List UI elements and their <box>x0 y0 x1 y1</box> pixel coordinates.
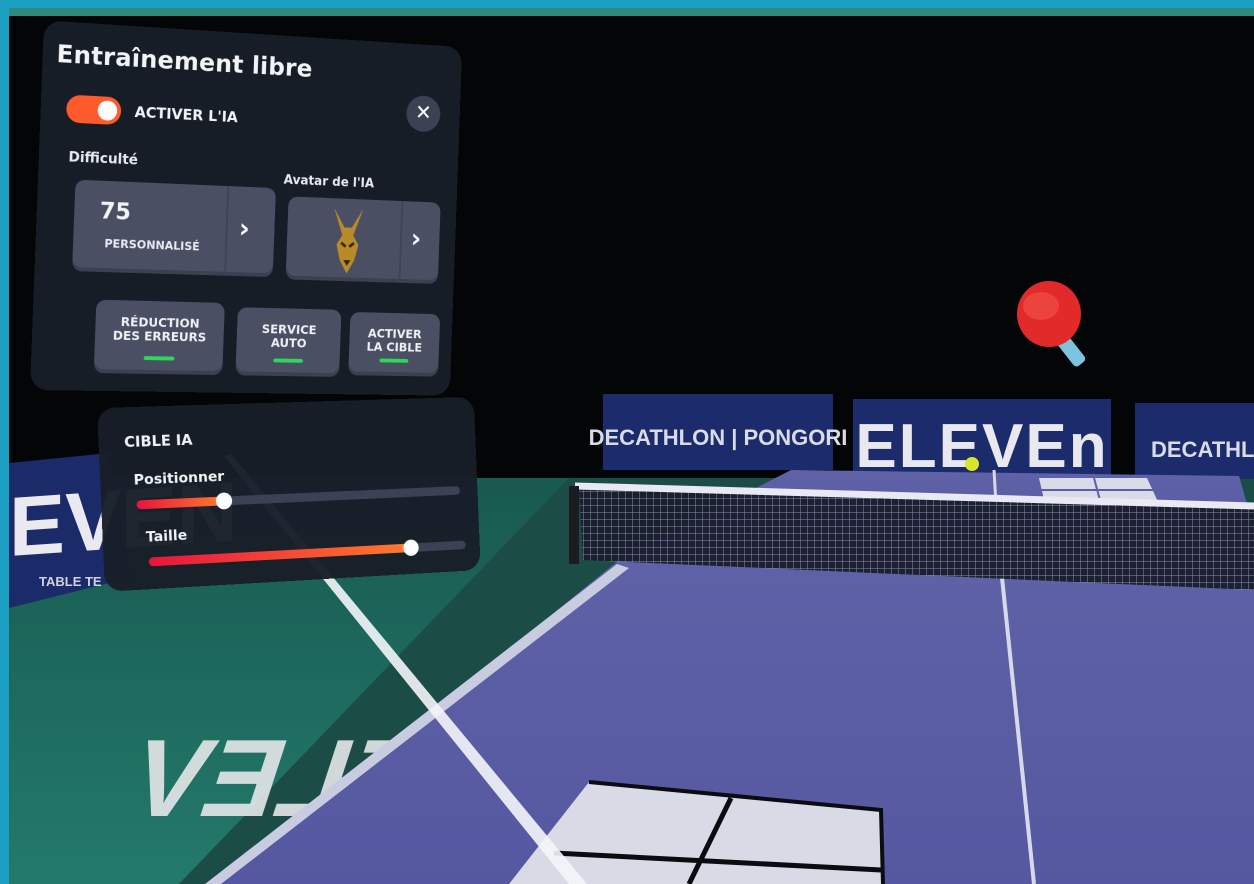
option-label-line2: AUTO <box>270 335 307 351</box>
option-label-line2: LA CIBLE <box>366 339 423 355</box>
size-slider-fill <box>148 543 412 567</box>
position-slider-label: Positionner <box>133 469 225 489</box>
back-banner-decathlon-right: DECATHLO <box>1135 403 1254 479</box>
avatar-selector[interactable]: › <box>285 196 441 284</box>
svg-text:DECATHLON | PONGORI: DECATHLON | PONGORI <box>589 425 848 450</box>
back-banner-decathlon-pongori: DECATHLON | PONGORI <box>589 394 848 470</box>
avatar-label: Avatar de l'IA <box>283 172 375 192</box>
size-slider-label: Taille <box>145 527 188 546</box>
size-slider-thumb[interactable] <box>403 539 420 557</box>
ball <box>965 457 979 471</box>
close-button[interactable]: ✕ <box>405 94 441 133</box>
back-banner-eleven: ELEVEn <box>853 399 1111 481</box>
active-indicator <box>379 358 409 363</box>
chevron-right-icon[interactable]: › <box>410 222 421 254</box>
panel-title: Entraînement libre <box>56 39 313 83</box>
free-training-panel: Entraînement libre ✕ ACTIVER L'IA Diffic… <box>29 20 463 396</box>
active-indicator <box>273 358 303 363</box>
chevron-right-icon[interactable]: › <box>238 212 250 244</box>
position-slider-thumb[interactable] <box>216 492 233 510</box>
position-slider[interactable] <box>136 486 461 510</box>
activate-target-button[interactable]: ACTIVER LA CIBLE <box>348 311 441 377</box>
svg-text:TABLE TE: TABLE TE <box>39 574 102 589</box>
difficulty-selector[interactable]: 75 PERSONNALISÉ › <box>72 179 276 278</box>
difficulty-value: 75 <box>99 198 132 226</box>
fox-mask-icon <box>331 207 364 274</box>
active-indicator <box>143 356 175 361</box>
ai-toggle-label: ACTIVER L'IA <box>134 103 239 127</box>
target-panel-title: CIBLE IA <box>123 430 193 452</box>
close-icon: ✕ <box>414 101 433 126</box>
error-reduction-button[interactable]: RÉDUCTION DES ERREURS <box>93 299 225 376</box>
svg-text:DECATHLO: DECATHLO <box>1151 437 1254 462</box>
game-scene: EVEN TABLE TE DECATHLON | PONGORI ELEVEn… <box>9 8 1254 884</box>
ai-target-panel: CIBLE IA Positionner Taille <box>97 396 481 592</box>
size-slider[interactable] <box>148 539 466 567</box>
auto-serve-button[interactable]: SERVICE AUTO <box>235 307 342 377</box>
option-label-line2: DES ERREURS <box>112 327 207 345</box>
difficulty-mode: PERSONNALISÉ <box>104 236 200 254</box>
svg-text:ELEVEn: ELEVEn <box>855 412 1108 481</box>
position-slider-fill <box>136 496 225 510</box>
difficulty-label: Difficulté <box>68 149 139 169</box>
ai-toggle-switch[interactable] <box>65 94 122 126</box>
toggle-knob <box>97 100 118 121</box>
